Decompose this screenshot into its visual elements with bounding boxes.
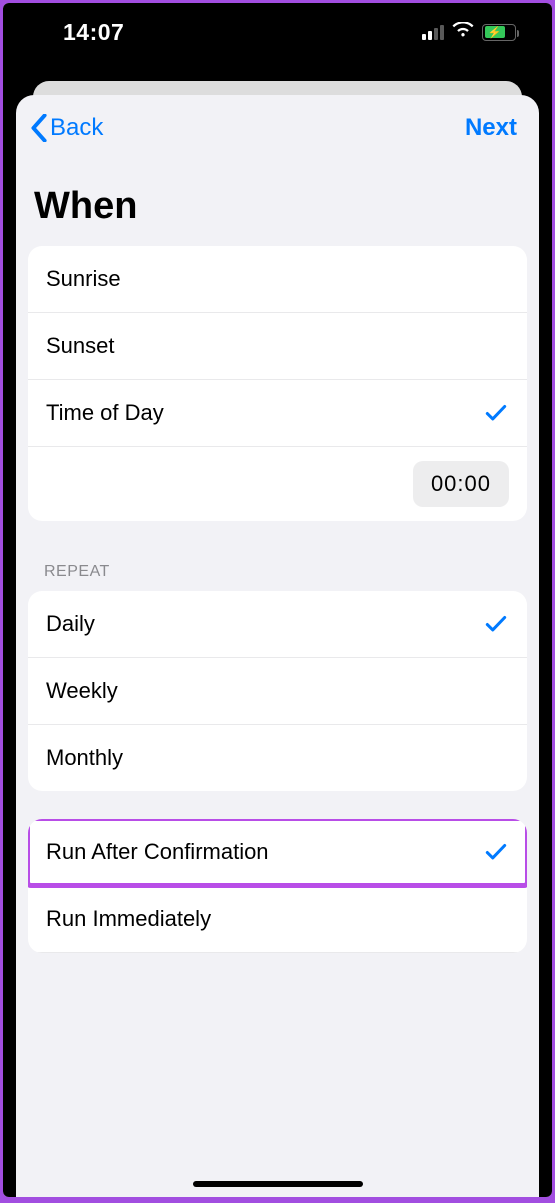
- option-label: Time of Day: [46, 400, 164, 426]
- nav-bar: Back Next: [16, 95, 539, 161]
- when-group: Sunrise Sunset Time of Day 00:00: [28, 246, 527, 521]
- time-value[interactable]: 00:00: [413, 461, 509, 507]
- repeat-group: Daily Weekly Monthly: [28, 591, 527, 791]
- repeat-header: REPEAT: [16, 549, 539, 591]
- option-sunrise[interactable]: Sunrise: [28, 246, 527, 313]
- back-label: Back: [50, 114, 103, 142]
- battery-icon: ⚡: [482, 24, 516, 41]
- time-picker-row: 00:00: [28, 447, 527, 521]
- option-label: Run Immediately: [46, 906, 211, 932]
- cellular-icon: [422, 24, 444, 40]
- option-monthly[interactable]: Monthly: [28, 725, 527, 791]
- home-indicator[interactable]: [193, 1181, 363, 1187]
- option-run-immediately[interactable]: Run Immediately: [28, 886, 527, 953]
- option-daily[interactable]: Daily: [28, 591, 527, 658]
- checkmark-icon: [483, 400, 509, 426]
- next-button[interactable]: Next: [459, 108, 523, 148]
- chevron-left-icon: [30, 114, 48, 142]
- status-bar: 14:07 ⚡: [3, 3, 552, 61]
- checkmark-icon: [483, 839, 509, 865]
- status-icons: ⚡: [422, 22, 516, 43]
- option-label: Sunset: [46, 333, 115, 359]
- page-title: When: [16, 161, 539, 246]
- option-label: Weekly: [46, 678, 118, 704]
- back-button[interactable]: Back: [24, 108, 109, 148]
- option-run-after-confirmation[interactable]: Run After Confirmation: [28, 819, 527, 886]
- option-label: Run After Confirmation: [46, 839, 269, 865]
- option-sunset[interactable]: Sunset: [28, 313, 527, 380]
- checkmark-icon: [483, 611, 509, 637]
- status-time: 14:07: [63, 19, 124, 46]
- option-time-of-day[interactable]: Time of Day: [28, 380, 527, 447]
- modal-sheet: Back Next When Sunrise Sunset Time of Da…: [16, 95, 539, 1197]
- option-label: Sunrise: [46, 266, 121, 292]
- wifi-icon: [452, 22, 474, 43]
- option-weekly[interactable]: Weekly: [28, 658, 527, 725]
- option-label: Monthly: [46, 745, 123, 771]
- option-label: Daily: [46, 611, 95, 637]
- run-group: Run After Confirmation Run Immediately: [28, 819, 527, 953]
